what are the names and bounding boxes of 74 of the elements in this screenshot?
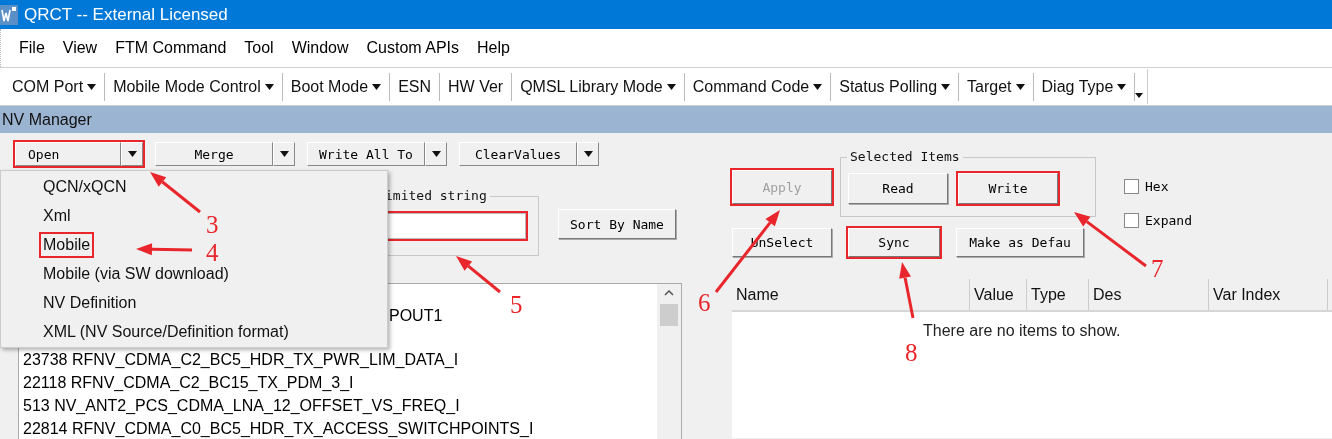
toolbar-button[interactable]: ESN (390, 72, 441, 101)
toolbar-button[interactable]: Mobile Mode Control (105, 72, 283, 101)
list-item[interactable]: 22814 RFNV_CDMA_C0_BC5_HDR_TX_ACCESS_SWITCHPOINTS_I (23, 420, 534, 437)
column-header[interactable]: Name (732, 279, 970, 310)
annotation-number: 8 (905, 340, 918, 365)
action-button[interactable]: Write (958, 173, 1058, 204)
menu-item[interactable]: File (11, 37, 53, 59)
dropdown-arrow-button[interactable] (425, 142, 447, 166)
arrow-drawing (136, 243, 193, 256)
dropdown-button[interactable]: Write All To (307, 142, 425, 166)
dropdown-arrow-button[interactable] (121, 142, 143, 166)
toolbar-button[interactable]: Target (959, 72, 1034, 101)
action-button[interactable]: Read (848, 173, 948, 204)
scroll-up-icon[interactable] (664, 290, 674, 296)
toolbar-button[interactable]: HW Ver (440, 72, 513, 101)
dropdown-button[interactable]: Merge (155, 142, 273, 166)
action-button[interactable]: Sync (848, 228, 940, 257)
menu-item[interactable]: View (54, 37, 106, 59)
annotation-number: 7 (1151, 256, 1164, 281)
toolbar-button[interactable]: Boot Mode (282, 72, 391, 101)
menu-item[interactable]: Mobile (41, 233, 93, 256)
checkbox-label: Expand (1145, 213, 1192, 228)
menu-item[interactable]: Tool (236, 37, 282, 59)
toolbar-button[interactable]: Diag Type (1033, 72, 1136, 101)
scroll-thumb[interactable] (660, 304, 678, 326)
arrow-drawing (899, 262, 915, 319)
menu-item[interactable]: Window (283, 37, 357, 59)
list-item[interactable]: 22118 RFNV_CDMA_C2_BC15_TX_PDM_3_I (23, 374, 354, 391)
window-title: QRCT -- External Licensed (24, 4, 228, 25)
list-item[interactable]: POUT1 (389, 307, 443, 324)
menu-item[interactable]: Xml (41, 204, 73, 227)
arrow-drawing (456, 256, 501, 294)
toolbar-button[interactable]: QMSL Library Mode (512, 72, 685, 101)
dropdown-button[interactable]: ClearValues (459, 142, 577, 166)
caret-icon (279, 151, 289, 157)
scrollbar[interactable] (657, 284, 681, 439)
column-header[interactable]: Des (1089, 279, 1209, 310)
overflow-icon[interactable] (1135, 93, 1144, 98)
caret-icon (127, 151, 137, 157)
toolbar-button[interactable]: Status Polling (831, 72, 960, 101)
caret-icon (583, 151, 593, 157)
annotation-number: 4 (206, 240, 219, 265)
panel-title: NV Manager (2, 110, 92, 129)
list-item[interactable]: 23738 RFNV_CDMA_C2_BC5_HDR_TX_PWR_LIM_DATA_I (23, 351, 459, 368)
search-field[interactable] (386, 213, 526, 239)
checkbox[interactable] (1124, 179, 1139, 194)
caret-icon (431, 151, 441, 157)
toolbar-button[interactable]: COM Port (4, 72, 106, 101)
menu-item[interactable]: Mobile (via SW download) (41, 262, 231, 285)
dropdown-button[interactable]: Open (15, 142, 121, 166)
menu-item[interactable]: FTM Command (107, 37, 235, 59)
menu-item[interactable]: NV Definition (41, 291, 139, 314)
empty-message: There are no items to show. (923, 322, 1121, 339)
checkbox[interactable] (1124, 213, 1139, 228)
menu-item[interactable]: XML (NV Source/Definition format) (41, 320, 291, 343)
annotation-number: 3 (206, 212, 219, 237)
list-item[interactable]: 513 NV_ANT2_PCS_CDMA_LNA_12_OFFSET_VS_FREQ_I (23, 397, 460, 414)
menu-item[interactable]: QCN/xQCN (41, 175, 129, 198)
column-header[interactable]: Var Index (1209, 279, 1328, 310)
menu-item[interactable]: Custom APIs (358, 37, 468, 59)
app-icon (0, 4, 18, 25)
annotation-number: 5 (510, 292, 523, 317)
sort-button[interactable]: Sort By Name (558, 209, 676, 239)
dropdown-arrow-button[interactable] (577, 142, 599, 166)
group-label: Selected Items (847, 149, 963, 164)
toolbar-button[interactable]: Command Code (684, 72, 832, 101)
annotation-number: 6 (698, 290, 711, 315)
menu-item[interactable]: Help (469, 37, 518, 59)
column-header[interactable]: Value (970, 279, 1027, 310)
action-button[interactable]: Make as Defau (956, 228, 1084, 257)
checkbox-label: Hex (1145, 179, 1169, 194)
column-header[interactable]: Type (1027, 279, 1089, 310)
arrow-drawing (150, 172, 201, 214)
dropdown-arrow-button[interactable] (273, 142, 295, 166)
